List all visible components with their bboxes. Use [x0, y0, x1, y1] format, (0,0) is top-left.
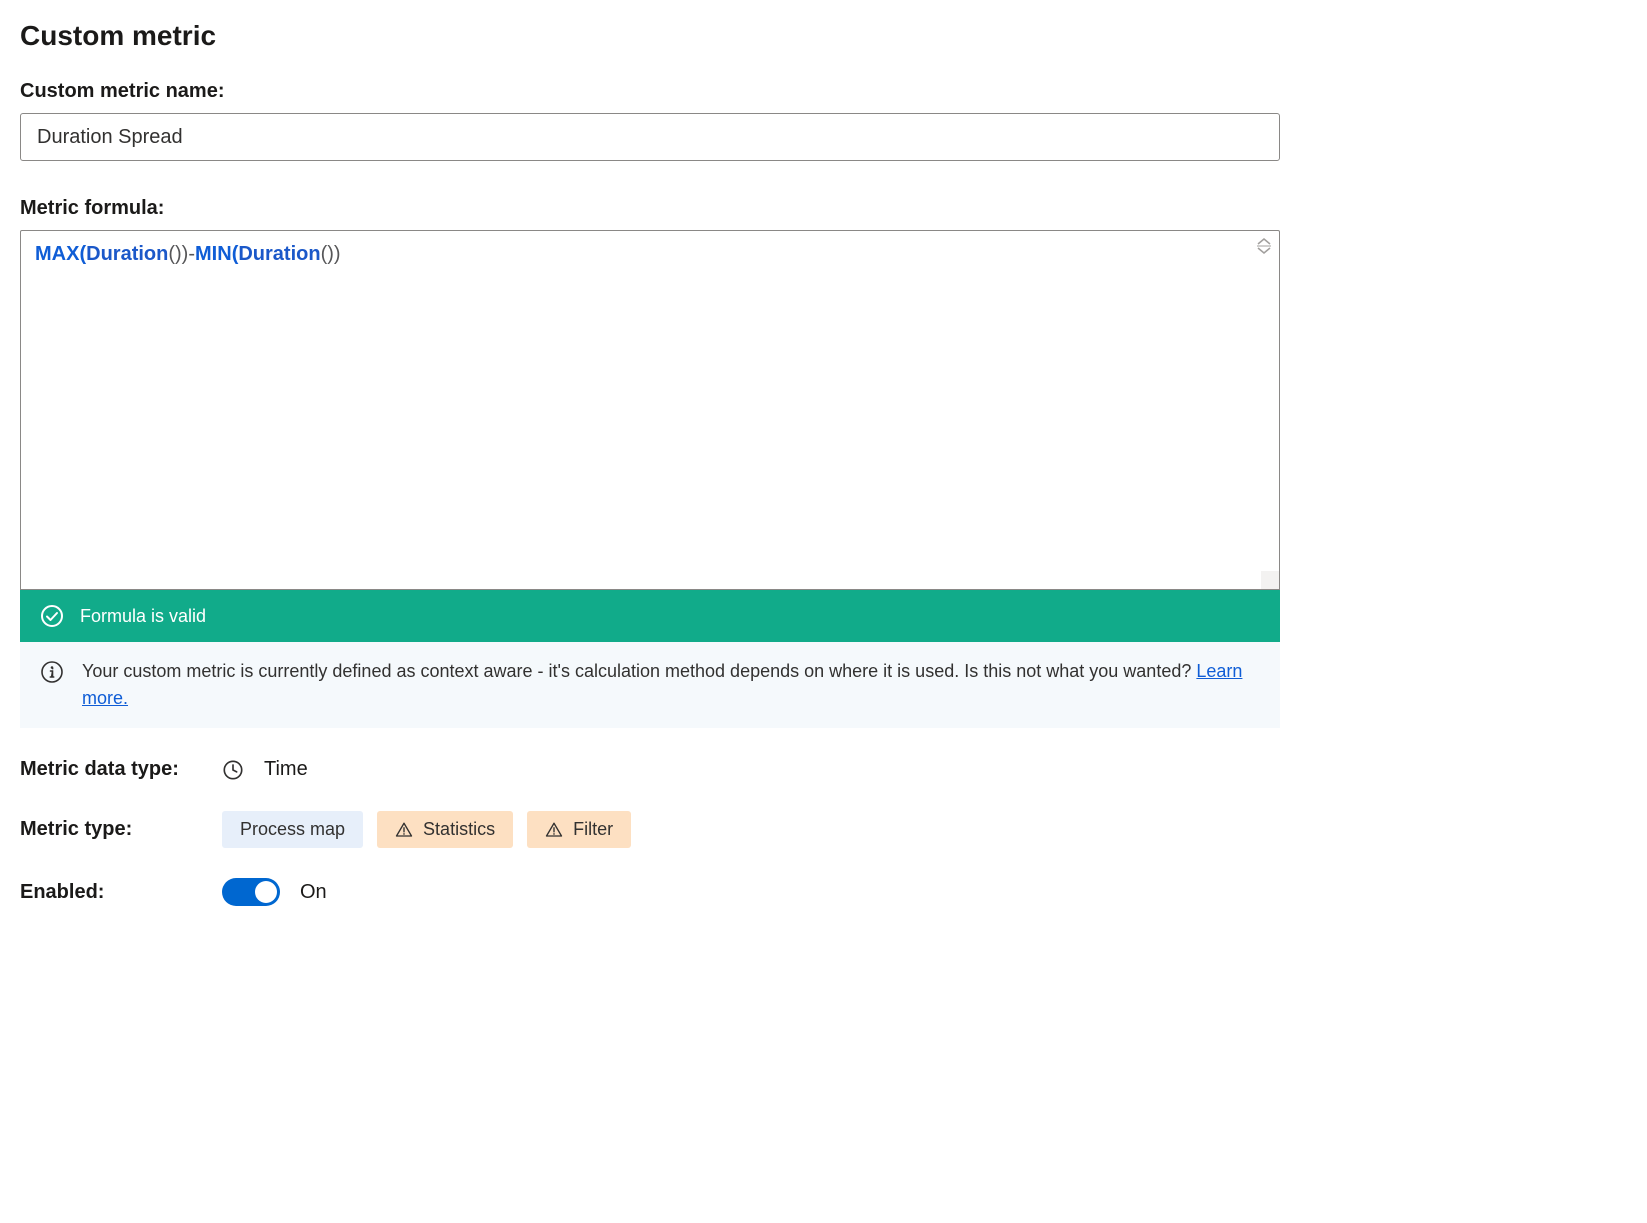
metric-type-label: Metric type:: [20, 818, 200, 841]
warning-icon: [545, 821, 563, 839]
resize-handle-icon[interactable]: [1255, 237, 1273, 255]
formula-editor[interactable]: MAX(Duration())-MIN(Duration()): [20, 230, 1280, 590]
formula-valid-bar: Formula is valid: [20, 590, 1280, 642]
formula-token-fn: MIN: [195, 243, 232, 265]
chip-statistics[interactable]: Statistics: [377, 811, 513, 848]
metric-name-input[interactable]: [20, 113, 1280, 161]
metric-data-type-label: Metric data type:: [20, 758, 200, 781]
formula-token-fn: MAX: [35, 243, 79, 265]
formula-token-op: -: [188, 243, 195, 265]
page-title: Custom metric: [20, 20, 1280, 52]
formula-token-parens: (): [168, 243, 181, 265]
formula-token-id: Duration: [238, 243, 320, 265]
clock-icon: [222, 759, 244, 781]
formula-token-id: Duration: [86, 243, 168, 265]
formula-token-paren: ): [334, 243, 341, 265]
metric-formula-label: Metric formula:: [20, 197, 1280, 220]
toggle-knob: [255, 881, 277, 903]
enabled-label: Enabled:: [20, 881, 200, 904]
metric-data-type-value: Time: [264, 758, 308, 781]
info-icon: i: [40, 660, 64, 684]
scroll-corner: [1261, 571, 1279, 589]
enabled-toggle[interactable]: [222, 878, 280, 906]
check-circle-icon: [40, 604, 64, 628]
warning-icon: [395, 821, 413, 839]
chip-label: Process map: [240, 819, 345, 840]
formula-token-parens: (): [321, 243, 334, 265]
enabled-value: On: [300, 881, 327, 904]
context-aware-info: i Your custom metric is currently define…: [20, 642, 1280, 728]
metric-name-label: Custom metric name:: [20, 80, 1280, 103]
context-aware-text: Your custom metric is currently defined …: [82, 661, 1191, 681]
chip-label: Filter: [573, 819, 613, 840]
formula-content: MAX(Duration())-MIN(Duration()): [35, 243, 1265, 266]
chip-process-map[interactable]: Process map: [222, 811, 363, 848]
chip-filter[interactable]: Filter: [527, 811, 631, 848]
chip-label: Statistics: [423, 819, 495, 840]
formula-valid-text: Formula is valid: [80, 606, 206, 627]
svg-text:i: i: [50, 666, 54, 681]
